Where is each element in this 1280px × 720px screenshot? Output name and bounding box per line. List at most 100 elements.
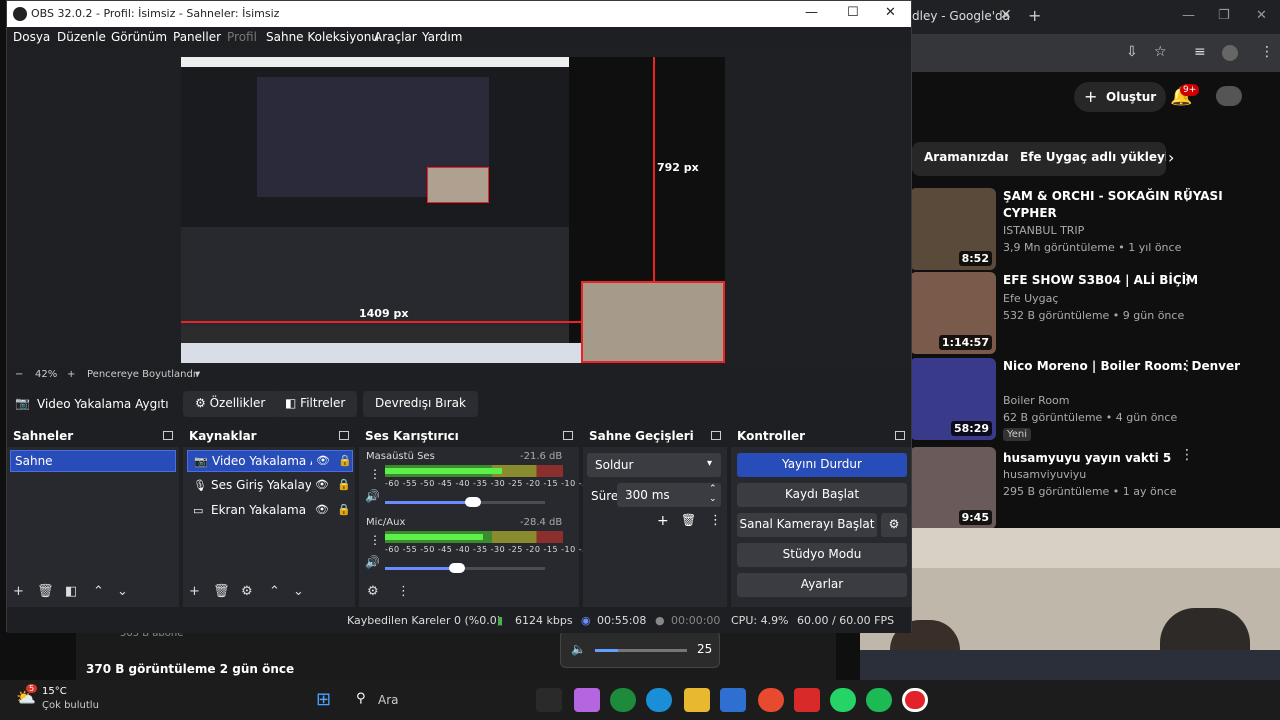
- transition-menu-icon[interactable]: ⋮: [709, 513, 722, 528]
- menu-file[interactable]: Dosya: [13, 30, 50, 44]
- source-item[interactable]: 📷 Video Yakalama Ay 👁 🔒: [187, 450, 353, 472]
- channel-name[interactable]: Boiler Room: [1003, 394, 1070, 407]
- maximize-icon[interactable]: ☐: [847, 5, 859, 20]
- menu-profile[interactable]: Profil: [227, 30, 257, 44]
- bookmark-star-icon[interactable]: ☆: [1154, 44, 1167, 60]
- browser-menu-icon[interactable]: ⋮: [1260, 44, 1274, 60]
- stop-stream-button[interactable]: Yayını Durdur: [737, 453, 907, 477]
- move-up-icon[interactable]: ⌃: [93, 584, 104, 599]
- volume-slider[interactable]: [385, 563, 545, 573]
- slider-knob[interactable]: [465, 497, 481, 507]
- channel-name[interactable]: Efe Uygaç: [1003, 292, 1058, 305]
- account-avatar[interactable]: [1216, 86, 1242, 106]
- move-down-icon[interactable]: ⌄: [293, 584, 304, 599]
- filter-icon[interactable]: ◧: [65, 584, 77, 599]
- visibility-eye-icon[interactable]: 👁: [316, 454, 330, 467]
- search-label[interactable]: Ara: [378, 693, 399, 707]
- undock-icon[interactable]: [339, 431, 349, 440]
- add-icon[interactable]: +: [657, 513, 669, 529]
- speaker-icon[interactable]: 🔈: [571, 642, 586, 656]
- file-explorer-icon[interactable]: [684, 688, 710, 712]
- volume-track[interactable]: [595, 649, 687, 652]
- video-item[interactable]: 1:14:57 EFE SHOW S3B04 | ALİ BİÇİM Efe U…: [910, 272, 1280, 354]
- copilot-icon[interactable]: [574, 688, 600, 712]
- video-thumbnail[interactable]: 58:29: [910, 358, 996, 440]
- more-options-icon[interactable]: ⋮: [1180, 272, 1194, 288]
- undock-icon[interactable]: [895, 431, 905, 440]
- maximize-icon[interactable]: ❐: [1218, 8, 1230, 23]
- task-view-icon[interactable]: [536, 688, 562, 712]
- menu-view[interactable]: Görünüm: [111, 30, 167, 44]
- minimize-icon[interactable]: —: [805, 5, 818, 20]
- volume-slider[interactable]: [385, 497, 545, 507]
- video-thumbnail[interactable]: 8:52: [910, 188, 996, 270]
- visibility-eye-icon[interactable]: 👁: [315, 503, 329, 516]
- obs-taskbar-icon[interactable]: [758, 688, 784, 712]
- advanced-audio-icon[interactable]: ⚙: [367, 584, 379, 599]
- video-title[interactable]: Nico Moreno | Boiler Room: Denver: [1003, 358, 1253, 375]
- close-icon[interactable]: ✕: [885, 5, 896, 20]
- chevron-down-icon[interactable]: ▾: [195, 369, 200, 380]
- move-up-icon[interactable]: ⌃: [269, 584, 280, 599]
- channel-name[interactable]: husamviyuviyu: [1003, 468, 1086, 481]
- trash-icon[interactable]: 🗑: [37, 584, 54, 599]
- duration-spinbox[interactable]: 300 ms ⌃ ⌄: [617, 483, 721, 507]
- filters-button[interactable]: ◧ Filtreler: [273, 391, 358, 417]
- more-options-icon[interactable]: ⋮: [1180, 447, 1194, 463]
- chevron-right-icon[interactable]: ›: [1168, 148, 1174, 167]
- channel-menu-icon[interactable]: ⋮: [369, 533, 381, 547]
- video-item[interactable]: 8:52 ŞAM & ORCHI - SOKAĞIN RÜYASI CYPHER…: [910, 188, 1280, 270]
- video-title[interactable]: ŞAM & ORCHI - SOKAĞIN RÜYASI CYPHER: [1003, 188, 1253, 222]
- spotify-icon[interactable]: [866, 688, 892, 712]
- video-item[interactable]: 58:29 Nico Moreno | Boiler Room: Denver …: [910, 358, 1280, 441]
- add-icon[interactable]: +: [189, 584, 200, 599]
- video-title[interactable]: husamyuyu yayın vakti 5: [1003, 450, 1253, 467]
- start-recording-button[interactable]: Kaydı Başlat: [737, 483, 907, 507]
- preview-area[interactable]: 792 px 1409 px: [7, 49, 911, 367]
- video-title[interactable]: EFE SHOW S3B04 | ALİ BİÇİM: [1003, 272, 1253, 289]
- lock-icon[interactable]: 🔒: [337, 503, 351, 516]
- create-button[interactable]: + Oluştur: [1074, 82, 1166, 112]
- new-tab-icon[interactable]: +: [1028, 6, 1041, 25]
- studio-mode-button[interactable]: Stüdyo Modu: [737, 543, 907, 567]
- menu-edit[interactable]: Düzenle: [57, 30, 106, 44]
- webcam-source-bounds[interactable]: [581, 281, 725, 363]
- virtual-camera-button[interactable]: Sanal Kamerayı Başlat: [737, 513, 877, 537]
- fit-to-window-label[interactable]: Pencereye Boyutlandır: [87, 369, 200, 380]
- undock-icon[interactable]: [711, 431, 721, 440]
- browser-tab-title[interactable]: dley - Google'da: [912, 9, 1010, 23]
- windows-start-icon[interactable]: ⊞: [316, 689, 331, 710]
- chrome-icon[interactable]: [610, 688, 636, 712]
- more-options-icon[interactable]: ⋮: [1180, 188, 1194, 204]
- add-icon[interactable]: +: [13, 584, 24, 599]
- channel-name[interactable]: ISTANBUL TRIP: [1003, 224, 1084, 237]
- menu-docks[interactable]: Paneller: [173, 30, 221, 44]
- store-icon[interactable]: [720, 688, 746, 712]
- menu-scene-collection[interactable]: Sahne Koleksiyonu: [266, 30, 379, 44]
- scene-item[interactable]: Sahne: [10, 450, 176, 472]
- spin-down-icon[interactable]: ⌄: [709, 494, 717, 504]
- minimize-icon[interactable]: —: [1182, 8, 1195, 23]
- gear-icon[interactable]: ⚙: [881, 513, 907, 537]
- speaker-icon[interactable]: 🔊: [365, 489, 380, 503]
- video-thumbnail[interactable]: 9:45: [910, 447, 996, 529]
- edge-icon[interactable]: [646, 688, 672, 712]
- video-thumbnail[interactable]: 1:14:57: [910, 272, 996, 354]
- wps-icon[interactable]: [794, 688, 820, 712]
- slider-knob[interactable]: [449, 563, 465, 573]
- lock-icon[interactable]: 🔒: [337, 478, 351, 491]
- close-tab-icon[interactable]: ✕: [1000, 7, 1012, 23]
- undock-icon[interactable]: [163, 431, 173, 440]
- mixer-menu-icon[interactable]: ⋮: [397, 584, 410, 599]
- properties-button[interactable]: ⚙ Özellikler: [183, 391, 278, 417]
- trash-icon[interactable]: 🗑: [681, 513, 696, 527]
- media-icon[interactable]: ≡: [1194, 44, 1206, 60]
- transition-select[interactable]: Soldur ▾: [587, 453, 721, 477]
- spin-up-icon[interactable]: ⌃: [709, 484, 717, 494]
- search-icon[interactable]: ⚲: [356, 691, 366, 706]
- settings-button[interactable]: Ayarlar: [737, 573, 907, 597]
- undock-icon[interactable]: [563, 431, 573, 440]
- menu-tools[interactable]: Araçlar: [374, 30, 417, 44]
- lock-icon[interactable]: 🔒: [338, 454, 352, 467]
- zoom-out-button[interactable]: −: [15, 369, 23, 380]
